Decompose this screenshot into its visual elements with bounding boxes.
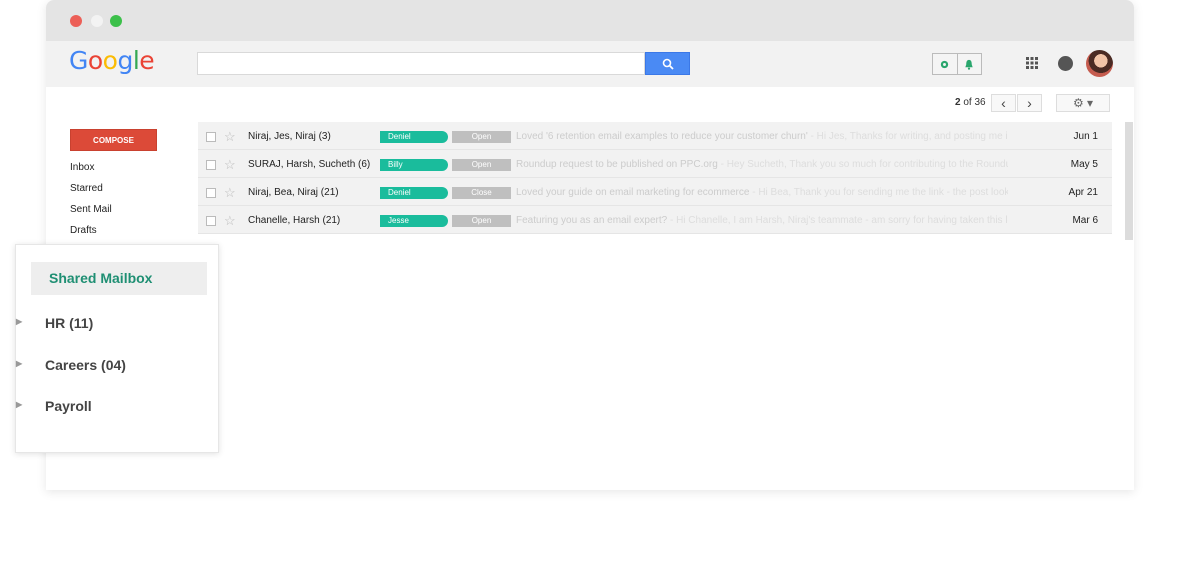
user-avatar[interactable] bbox=[1086, 50, 1113, 77]
window-titlebar bbox=[46, 0, 1134, 41]
sidebar-item-inbox[interactable]: Inbox bbox=[70, 162, 94, 173]
pagination-label: 2 of 36 bbox=[955, 97, 986, 108]
email-date: Mar 6 bbox=[1072, 215, 1098, 226]
sidebar-item-sent[interactable]: Sent Mail bbox=[70, 204, 112, 215]
select-checkbox[interactable] bbox=[206, 160, 216, 170]
folder-label: Payroll bbox=[45, 398, 92, 414]
scrollbar[interactable] bbox=[1125, 122, 1133, 240]
email-row[interactable]: ☆ Niraj, Jes, Niraj (3) Deniel Open Love… bbox=[198, 122, 1112, 150]
prev-page-button[interactable]: ‹ bbox=[991, 94, 1016, 112]
assignee-tag[interactable]: Billy bbox=[380, 159, 448, 171]
assignee-tag[interactable]: Deniel bbox=[380, 131, 448, 143]
logo-letter: o bbox=[102, 46, 118, 75]
email-subject: Loved your guide on email marketing for … bbox=[516, 187, 1008, 198]
select-checkbox[interactable] bbox=[206, 216, 216, 226]
bell-icon[interactable] bbox=[958, 54, 982, 74]
expand-arrow-icon[interactable]: ▶ bbox=[16, 317, 22, 326]
expand-arrow-icon[interactable]: ▶ bbox=[16, 400, 22, 409]
email-date: May 5 bbox=[1070, 159, 1098, 170]
subject-text: Featuring you as an email expert? bbox=[516, 215, 668, 226]
logo-letter: G bbox=[69, 46, 88, 75]
status-badge[interactable]: Open bbox=[452, 131, 511, 143]
email-subject: Loved '6 retention email examples to red… bbox=[516, 131, 1008, 142]
logo-letter: e bbox=[139, 46, 155, 75]
close-window-button[interactable] bbox=[70, 15, 82, 27]
select-checkbox[interactable] bbox=[206, 188, 216, 198]
extension-buttons bbox=[932, 53, 982, 75]
mail-toolbar: 2 of 36 ‹ › ⚙ ▾ bbox=[46, 87, 1134, 121]
google-logo[interactable]: Google bbox=[69, 46, 155, 75]
status-badge[interactable]: Open bbox=[452, 159, 511, 171]
folder-careers[interactable]: ▶ Careers (04) bbox=[16, 357, 126, 373]
select-checkbox[interactable] bbox=[206, 132, 216, 142]
shared-mailbox-title[interactable]: Shared Mailbox bbox=[31, 262, 207, 295]
assignee-tag[interactable]: Jesse bbox=[380, 215, 448, 227]
email-sender: SURAJ, Harsh, Sucheth (6) bbox=[248, 159, 371, 170]
search-icon bbox=[662, 58, 674, 70]
chevron-left-icon: ‹ bbox=[1001, 95, 1006, 111]
folder-payroll[interactable]: ▶ Payroll bbox=[16, 398, 92, 414]
settings-button[interactable]: ⚙ ▾ bbox=[1056, 94, 1110, 112]
subject-text: Loved '6 retention email examples to red… bbox=[516, 131, 808, 142]
status-badge[interactable]: Open bbox=[452, 215, 511, 227]
folder-label: Careers (04) bbox=[45, 357, 126, 373]
subject-text: Roundup request to be published on PPC.o… bbox=[516, 159, 718, 170]
logo-letter: g bbox=[117, 46, 133, 75]
email-row[interactable]: ☆ Chanelle, Harsh (21) Jesse Open Featur… bbox=[198, 206, 1112, 234]
pager-total: of 36 bbox=[960, 97, 986, 108]
folder-label: HR (11) bbox=[45, 315, 94, 331]
search-button[interactable] bbox=[645, 52, 690, 75]
apps-grid-icon[interactable] bbox=[1026, 57, 1038, 69]
minimize-window-button[interactable] bbox=[91, 15, 103, 27]
compose-button[interactable]: COMPOSE bbox=[70, 129, 157, 151]
email-sender: Niraj, Bea, Niraj (21) bbox=[248, 187, 339, 198]
snippet-text: - Hey Sucheth, Thank you so much for con… bbox=[717, 159, 1008, 170]
gear-icon: ⚙ ▾ bbox=[1072, 96, 1094, 110]
star-icon[interactable]: ☆ bbox=[224, 157, 236, 173]
assignee-tag[interactable]: Deniel bbox=[380, 187, 448, 199]
snippet-text: - Hi Jes, Thanks for writing, and postin… bbox=[807, 131, 1008, 142]
snippet-text: - Hi Bea, Thank you for sending me the l… bbox=[749, 187, 1008, 198]
email-sender: Niraj, Jes, Niraj (3) bbox=[248, 131, 331, 142]
search-input[interactable] bbox=[197, 52, 645, 75]
logo-letter: o bbox=[87, 46, 103, 75]
star-icon[interactable]: ☆ bbox=[224, 213, 236, 229]
email-row[interactable]: ☆ Niraj, Bea, Niraj (21) Deniel Close Lo… bbox=[198, 178, 1112, 206]
star-icon[interactable]: ☆ bbox=[224, 129, 236, 145]
notification-icon[interactable] bbox=[1058, 56, 1073, 71]
gmail-header: Google bbox=[46, 41, 1134, 87]
subject-text: Loved your guide on email marketing for … bbox=[516, 187, 750, 198]
star-icon[interactable]: ☆ bbox=[224, 185, 236, 201]
shared-mailbox-panel: Shared Mailbox ▶ HR (11) ▶ Careers (04) … bbox=[15, 244, 219, 453]
chevron-right-icon: › bbox=[1027, 95, 1032, 111]
email-subject: Roundup request to be published on PPC.o… bbox=[516, 159, 1008, 170]
snippet-text: - Hi Chanelle, I am Harsh, Niraj's teamm… bbox=[667, 215, 1008, 226]
email-sender: Chanelle, Harsh (21) bbox=[248, 215, 341, 226]
folder-hr[interactable]: ▶ HR (11) bbox=[16, 315, 94, 331]
expand-arrow-icon[interactable]: ▶ bbox=[16, 359, 22, 368]
email-subject: Featuring you as an email expert? - Hi C… bbox=[516, 215, 1008, 226]
maximize-window-button[interactable] bbox=[110, 15, 122, 27]
sidebar-item-drafts[interactable]: Drafts bbox=[70, 225, 97, 236]
email-row[interactable]: ☆ SURAJ, Harsh, Sucheth (6) Billy Open R… bbox=[198, 150, 1112, 178]
sidebar-item-starred[interactable]: Starred bbox=[70, 183, 103, 194]
email-date: Jun 1 bbox=[1073, 131, 1098, 142]
status-badge[interactable]: Close bbox=[452, 187, 511, 199]
email-date: Apr 21 bbox=[1068, 187, 1098, 198]
gear-icon[interactable] bbox=[933, 54, 958, 74]
next-page-button[interactable]: › bbox=[1017, 94, 1042, 112]
